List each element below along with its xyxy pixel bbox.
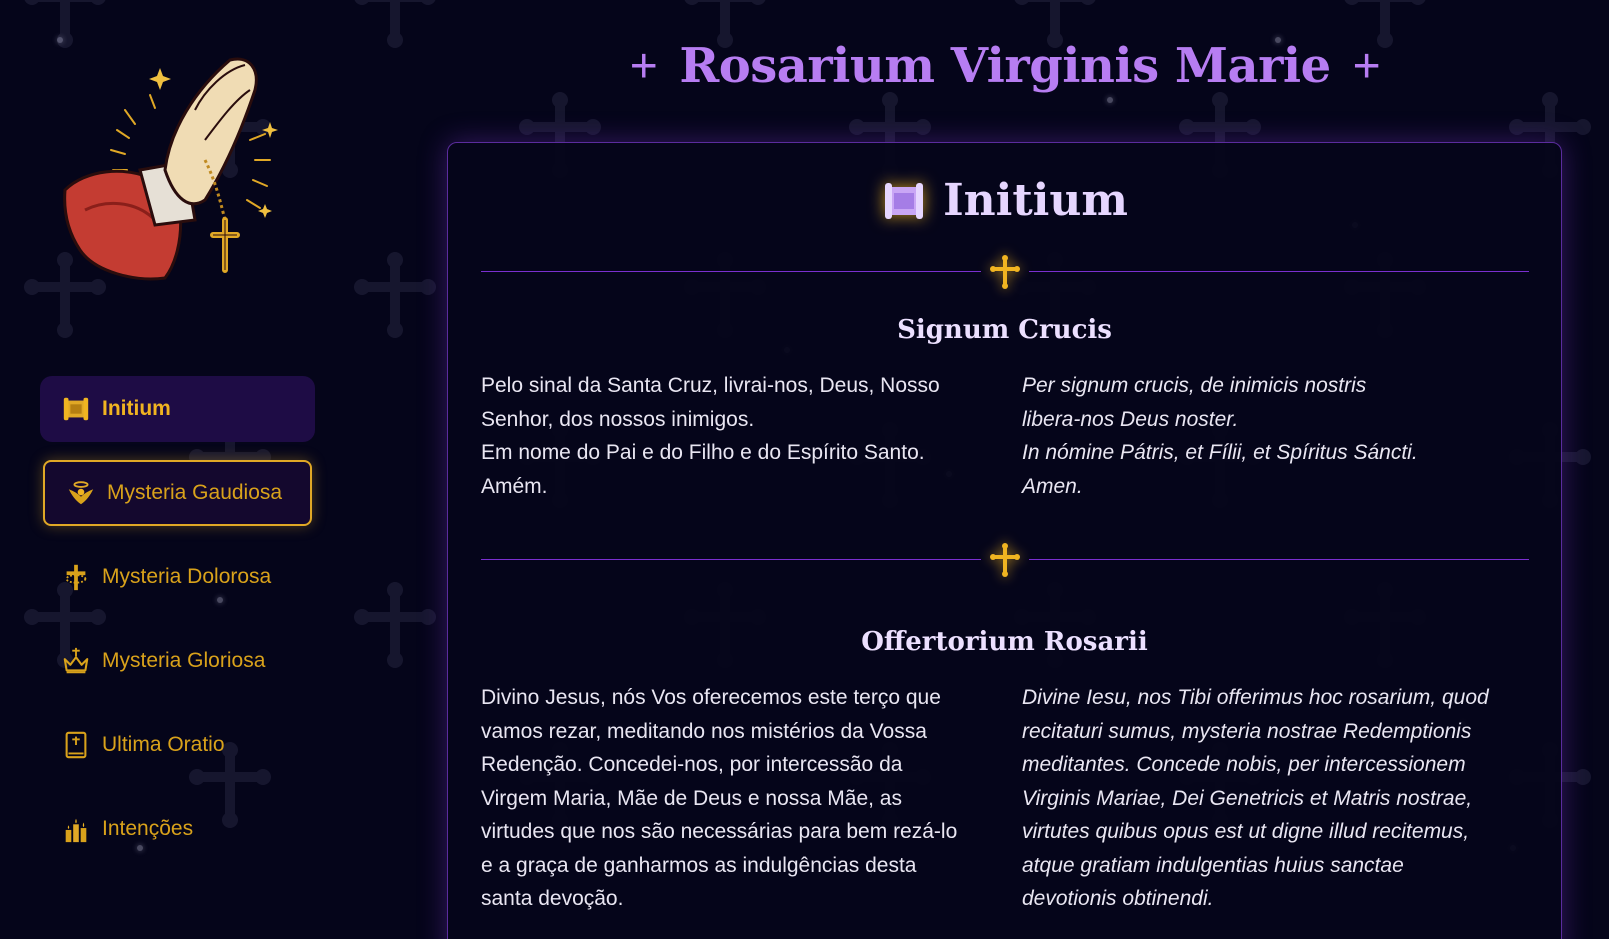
card-title: Initium xyxy=(448,175,1561,226)
bible-icon xyxy=(60,729,92,761)
text-line: In nómine Pátris, et Fílii, et Spíritus … xyxy=(1022,441,1418,464)
crown-icon xyxy=(60,645,92,677)
page-title: + Rosarium Virginis Marie + xyxy=(445,38,1565,94)
cross-icon xyxy=(989,255,1021,289)
latin-text: Per signum crucis, de inimicis nostris l… xyxy=(1022,369,1532,503)
text-line: Virgem Maria, Mãe de Deus e nossa Mãe, a… xyxy=(481,786,902,810)
section-divider xyxy=(481,543,1529,577)
plus-icon: + xyxy=(1352,40,1381,93)
page-title-text: Rosarium Virginis Marie xyxy=(679,38,1331,94)
text-line: recitaturi sumus, mysteria nostrae Redem… xyxy=(1022,719,1472,743)
sidebar-item-label: Ultima Oratio xyxy=(102,733,225,756)
sidebar-item-label: Mysteria Dolorosa xyxy=(102,565,272,588)
card-title-text: Initium xyxy=(943,175,1128,226)
crucifix-crown-icon xyxy=(60,561,92,593)
text-line: Amen. xyxy=(1022,474,1083,498)
text-line: libera-nos Deus noster. xyxy=(1022,407,1239,431)
text-line: Senhor, dos nossos inimigos. xyxy=(481,407,755,431)
portuguese-text: Pelo sinal da Santa Cruz, livrai-nos, De… xyxy=(481,369,981,503)
sidebar-item-mysteria-dolorosa[interactable]: Mysteria Dolorosa xyxy=(40,544,315,610)
text-line: vamos rezar, meditando nos mistérios da … xyxy=(481,719,927,743)
text-line: Per signum crucis, de inimicis nostris xyxy=(1022,374,1367,397)
section-title: Signum Crucis xyxy=(897,315,1112,345)
plus-icon: + xyxy=(629,40,658,93)
portuguese-text: Divino Jesus, nós Vos oferecemos este te… xyxy=(481,681,991,916)
sidebar-item-label: Intenções xyxy=(102,817,194,840)
sidebar: Initium Mysteria Gaudiosa Mysteria Dolor… xyxy=(0,0,330,939)
page: Initium Mysteria Gaudiosa Mysteria Dolor… xyxy=(0,0,1609,939)
text-line: Redenção. Concedei-nos, por intercessão … xyxy=(481,753,903,776)
text-line: atque gratiam indulgentias huius sanctae xyxy=(1022,853,1404,877)
background-cross-icon xyxy=(350,0,440,50)
section-title: Offertorium Rosarii xyxy=(861,627,1148,657)
sidebar-nav: Initium Mysteria Gaudiosa Mysteria Dolor… xyxy=(40,376,315,880)
sidebar-item-intencoes[interactable]: Intenções xyxy=(40,796,315,862)
text-line: e a graça de ganharmos as indulgências d… xyxy=(481,853,917,877)
scroll-icon xyxy=(60,393,92,425)
angel-icon xyxy=(65,477,97,509)
background-star xyxy=(1107,97,1113,103)
text-line: virtutes quibus opus est ut digne illud … xyxy=(1022,820,1470,843)
sidebar-item-ultima-oratio[interactable]: Ultima Oratio xyxy=(40,712,315,778)
scroll-icon xyxy=(881,178,927,224)
section-divider xyxy=(481,255,1529,289)
latin-text: Divine Iesu, nos Tibi offerimus hoc rosa… xyxy=(1022,681,1542,916)
text-line: Divine Iesu, nos Tibi offerimus hoc rosa… xyxy=(1022,686,1489,709)
text-line: Em nome do Pai e do Filho e do Espírito … xyxy=(481,441,925,464)
text-line: Pelo sinal da Santa Cruz, livrai-nos, De… xyxy=(481,374,940,397)
text-line: meditantes. Concede nobis, per intercess… xyxy=(1022,753,1466,776)
text-line: santa devoção. xyxy=(481,887,624,910)
sidebar-item-label: Mysteria Gloriosa xyxy=(102,649,266,672)
praying-hands-logo xyxy=(55,50,295,300)
sidebar-item-label: Initium xyxy=(102,397,171,420)
sidebar-item-label: Mysteria Gaudiosa xyxy=(107,481,283,504)
text-line: Divino Jesus, nós Vos oferecemos este te… xyxy=(481,686,941,709)
cross-icon xyxy=(989,543,1021,577)
prayer-card: Initium Signum Crucis Pelo sinal da Sant… xyxy=(447,142,1562,939)
sidebar-item-mysteria-gloriosa[interactable]: Mysteria Gloriosa xyxy=(40,628,315,694)
text-line: virtudes que nos são necessárias para be… xyxy=(481,820,958,843)
text-line: Virginis Mariae, Dei Genetricis et Matri… xyxy=(1022,786,1473,810)
sidebar-item-initium[interactable]: Initium xyxy=(40,376,315,442)
candles-icon xyxy=(60,813,92,845)
background-cross-icon xyxy=(350,250,440,340)
sidebar-item-mysteria-gaudiosa[interactable]: Mysteria Gaudiosa xyxy=(43,460,312,526)
text-line: devotionis obtinendi. xyxy=(1022,887,1214,910)
text-line: Amém. xyxy=(481,474,548,498)
background-cross-icon xyxy=(350,580,440,670)
